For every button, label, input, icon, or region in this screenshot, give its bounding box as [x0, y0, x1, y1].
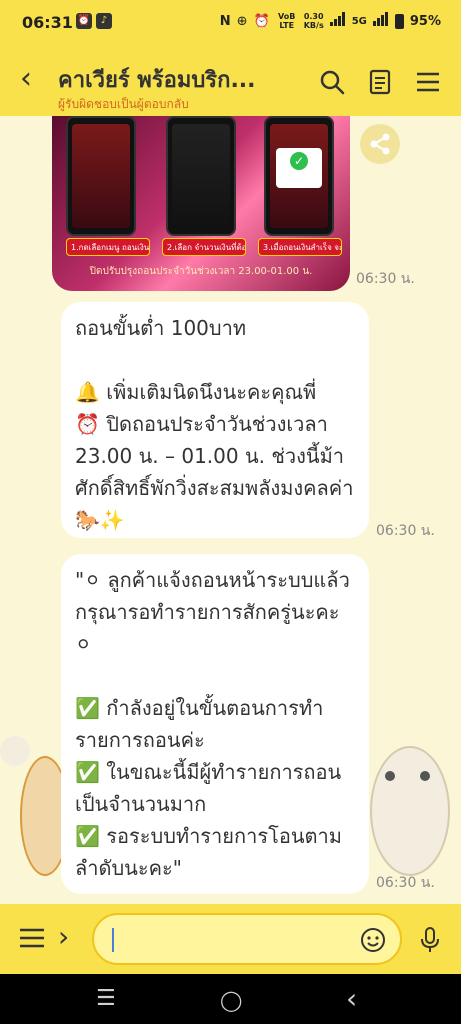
hamburger-menu-icon[interactable] — [414, 68, 442, 96]
chat-title[interactable]: คาเวียร์ พร้อมบริก... — [58, 62, 298, 97]
data-saver-icon: ⊕ — [236, 13, 248, 29]
notification-icons: ⏰ ♪ — [76, 13, 112, 29]
network-speed-value: 0.30 — [303, 12, 324, 21]
menu-icon[interactable] — [20, 928, 44, 948]
status-right: N ⊕ ⏰ VoB LTE 0.30 KB/s 5G 95% — [220, 12, 441, 30]
phone-mockup: ✓ — [264, 116, 334, 236]
network-speed-unit: KB/s — [303, 21, 324, 30]
battery-level: 95% — [409, 13, 441, 29]
phone-mockup — [166, 116, 236, 236]
message-bubble[interactable]: ถอนขั้นต่ำ 100บาท 🔔 เพิ่มเติมนิดนึงนะคะค… — [61, 302, 369, 538]
promo-caption: ปิดปรับปรุงถอนประจำวันช่วงเวลา 23.00-01.… — [89, 266, 313, 277]
microphone-icon[interactable] — [418, 926, 442, 954]
recent-apps-icon[interactable]: ☰ — [96, 986, 116, 1011]
promo-step-1: 1.กดเลือกเมนู ถอนเงิน — [66, 238, 150, 256]
network-speed: 0.30 KB/s — [304, 12, 324, 30]
home-icon[interactable]: ◯ — [220, 988, 242, 1012]
promo-step-3: 3.เมื่อถอนเงินสำเร็จ จะมีหน้าจอยืนยันการ… — [258, 238, 342, 256]
message-time: 06:30 น. — [376, 875, 435, 891]
message-time: 06:30 น. — [356, 271, 415, 287]
status-time: 06:31 — [22, 13, 73, 32]
chat-area[interactable]: ✓ 1.กดเลือกเมนู ถอนเงิน 2.เลือก จำนวนเงิ… — [0, 116, 461, 904]
nfc-icon: N — [219, 13, 231, 29]
share-icon — [370, 133, 390, 155]
search-icon[interactable] — [318, 68, 346, 96]
message-bubble[interactable]: "⚪ ลูกค้าแจ้งถอนหน้าระบบแล้วกรุณารอทำราย… — [61, 554, 369, 894]
text-cursor — [112, 928, 114, 952]
back-arrow-icon[interactable]: ‹ — [20, 64, 32, 94]
back-icon[interactable]: ‹ — [346, 982, 357, 1015]
share-button[interactable] — [360, 124, 400, 164]
message-time: 06:30 น. — [376, 523, 435, 539]
message-input-bar: › — [0, 904, 461, 974]
chat-header: ‹ คาเวียร์ พร้อมบริก... ผู้รับผิดชอบเป็น… — [0, 48, 461, 116]
emoji-icon[interactable] — [360, 927, 386, 953]
promo-step-2: 2.เลือก จำนวนเงินที่ต้องการถอน และ กดยืน… — [162, 238, 246, 256]
chevron-right-icon[interactable]: › — [58, 922, 69, 952]
network-type: 5G — [351, 15, 367, 27]
status-bar: 06:31 ⏰ ♪ N ⊕ ⏰ VoB LTE 0.30 KB/s 5G 95% — [0, 0, 461, 48]
message-input[interactable] — [92, 913, 402, 965]
alarm-icon: ⏰ — [253, 13, 270, 29]
phone-mockup — [66, 116, 136, 236]
wifi-signal-icon — [372, 12, 389, 30]
promo-image[interactable]: ✓ 1.กดเลือกเมนู ถอนเงิน 2.เลือก จำนวนเงิ… — [52, 116, 350, 291]
notes-icon[interactable] — [366, 68, 394, 96]
system-nav-bar: ☰ ◯ ‹ — [0, 974, 461, 1024]
battery-icon — [394, 13, 404, 29]
alarm-app-icon: ⏰ — [76, 13, 92, 29]
tiktok-icon: ♪ — [96, 13, 112, 29]
chat-subtitle: ผู้รับผิดชอบเป็นผู้ตอบกลับ — [58, 97, 189, 111]
signal-icon — [329, 12, 346, 30]
lte-label: VoB LTE — [278, 12, 296, 30]
